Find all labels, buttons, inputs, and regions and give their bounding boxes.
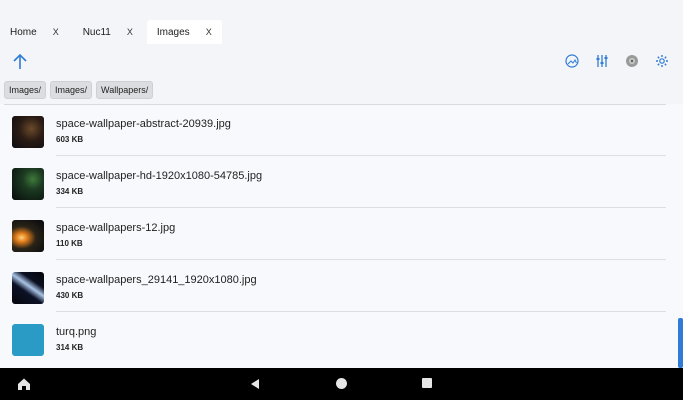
tab-label: Images	[156, 26, 190, 38]
disc-icon[interactable]	[623, 52, 641, 70]
file-list-item[interactable]: space-wallpapers_29141_1920x1080.jpg 430…	[0, 260, 670, 312]
file-name: space-wallpaper-abstract-20939.jpg	[56, 118, 231, 130]
file-name: space-wallpapers-12.jpg	[56, 222, 176, 234]
square-icon[interactable]	[422, 378, 432, 388]
file-size: 314 KB	[56, 343, 84, 352]
circle-icon[interactable]	[336, 378, 347, 389]
file-list-item[interactable]: space-wallpaper-hd-1920x1080-54785.jpg 3…	[0, 156, 670, 208]
sliders-icon[interactable]	[593, 52, 611, 70]
file-size: 603 KB	[56, 135, 84, 144]
file-thumbnail	[12, 324, 44, 356]
home-icon[interactable]	[16, 376, 32, 392]
arrow-up-icon[interactable]	[10, 52, 30, 72]
file-size: 430 KB	[56, 291, 84, 300]
file-thumbnail	[12, 272, 44, 304]
file-list-item[interactable]: turq.png 314 KB	[0, 312, 670, 364]
status-bar	[0, 0, 683, 18]
image-icon[interactable]	[563, 52, 581, 70]
file-size: 110 KB	[56, 239, 83, 248]
navigation-bar	[0, 368, 683, 400]
close-icon[interactable]: X	[127, 27, 133, 37]
file-name: space-wallpaper-hd-1920x1080-54785.jpg	[56, 170, 263, 182]
file-thumbnail	[12, 168, 44, 200]
file-size: 334 KB	[56, 187, 84, 196]
file-thumbnail	[12, 220, 44, 252]
breadcrumb-item[interactable]: Images/	[4, 81, 47, 99]
toolbar	[0, 44, 683, 78]
breadcrumb-item[interactable]: Wallpapers/	[96, 81, 154, 99]
file-list-item[interactable]: space-wallpaper-abstract-20939.jpg 603 K…	[0, 104, 670, 156]
tab-bar: Home X Nuc11 X Images X	[0, 20, 683, 44]
tab-images[interactable]: Images X	[146, 20, 222, 44]
close-icon[interactable]: X	[206, 27, 212, 37]
tab-label: Nuc11	[82, 26, 111, 38]
tab-label: Home	[10, 26, 37, 38]
back-triangle-icon[interactable]	[248, 377, 262, 391]
file-list-item[interactable]: space-wallpapers-12.jpg 110 KB	[0, 208, 670, 260]
tab-home[interactable]: Home X	[0, 20, 69, 44]
close-icon[interactable]: X	[53, 27, 59, 37]
file-name: turq.png	[56, 326, 97, 338]
tab-nuc11[interactable]: Nuc11 X	[73, 20, 143, 44]
breadcrumb-item[interactable]: Images/	[50, 81, 93, 99]
file-name: space-wallpapers_29141_1920x1080.jpg	[56, 274, 257, 286]
file-list: space-wallpaper-abstract-20939.jpg 603 K…	[0, 104, 683, 368]
file-thumbnail	[12, 116, 44, 148]
gear-icon[interactable]	[653, 52, 671, 70]
scrollbar-thumb[interactable]	[678, 318, 683, 368]
breadcrumb: Images/ Images/ Wallpapers/	[4, 81, 154, 99]
